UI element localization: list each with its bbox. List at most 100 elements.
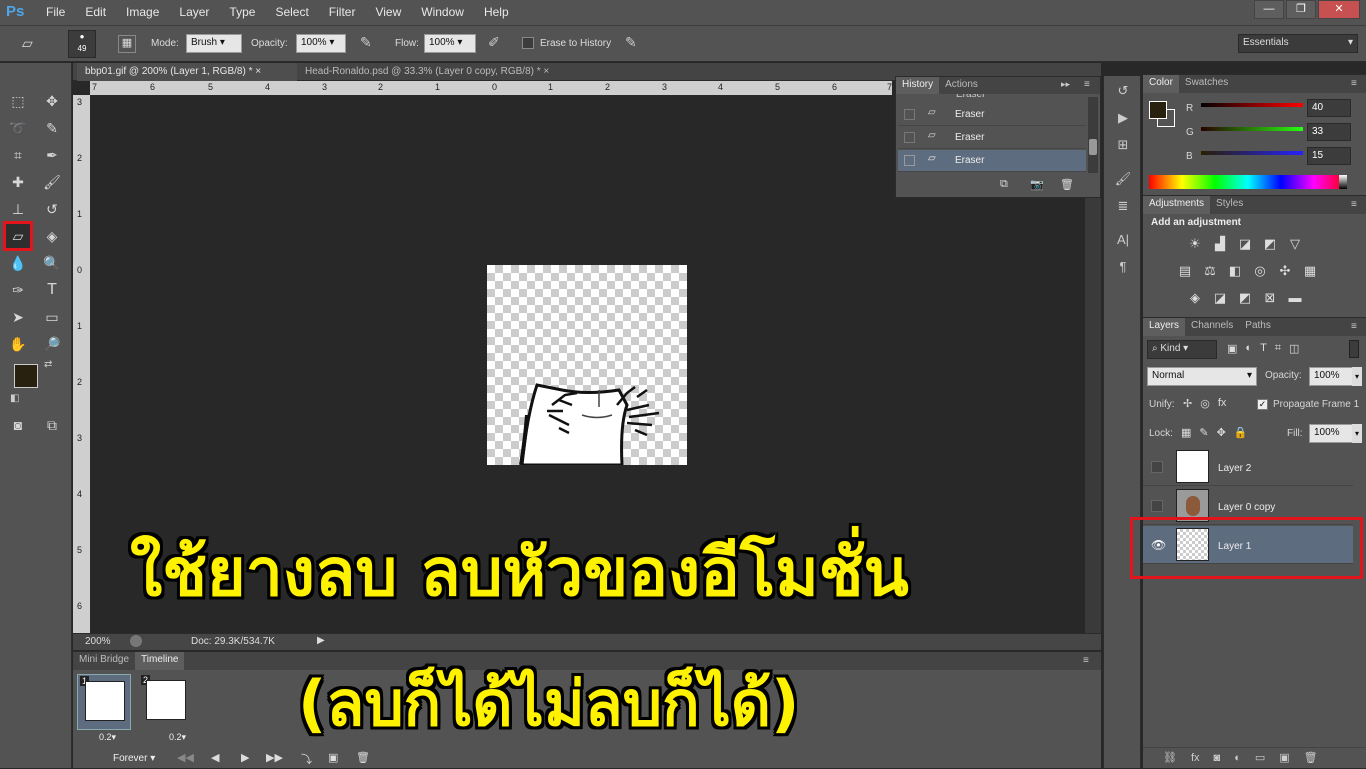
erase-history-checkbox[interactable] (522, 37, 534, 49)
opacity-dropdown-icon[interactable]: ▾ (1352, 367, 1362, 386)
layer-row-layer-2[interactable]: Layer 2 (1143, 448, 1353, 486)
play-icon[interactable]: ▶ (241, 751, 249, 764)
layer-style-icon[interactable]: fx (1191, 748, 1200, 769)
new-document-from-state-icon[interactable]: ⧉ (1000, 178, 1008, 191)
delete-state-icon[interactable]: 🗑 (1060, 178, 1074, 191)
g-input[interactable]: 33 (1307, 123, 1351, 141)
lock-all-icon[interactable]: 🔒 (1234, 426, 1248, 439)
history-item[interactable]: ▱ Eraser (898, 104, 1086, 126)
marquee-tool-icon[interactable]: ⬚ (6, 89, 30, 113)
threshold-icon[interactable]: ◩ (1235, 290, 1255, 306)
mode-select[interactable]: Brush ▾ (186, 34, 242, 53)
tab-actions[interactable]: Actions (939, 77, 984, 94)
menu-image[interactable]: Image (126, 5, 159, 19)
curves-icon[interactable]: ◪ (1235, 236, 1255, 252)
tab-styles[interactable]: Styles (1210, 196, 1249, 214)
paragraph-panel-icon[interactable]: ¶ (1108, 255, 1138, 279)
tab-timeline[interactable]: Timeline (135, 652, 185, 670)
menu-window[interactable]: Window (421, 5, 464, 19)
g-slider[interactable] (1201, 127, 1303, 131)
clone-stamp-tool-icon[interactable]: ⊥ (6, 197, 30, 221)
default-colors-icon[interactable]: ◧ (10, 393, 19, 404)
brush-size-picker[interactable]: ● 49 (68, 30, 96, 58)
restore-button[interactable]: ❐ (1286, 0, 1316, 19)
crop-tool-icon[interactable]: ⌗ (6, 143, 30, 167)
color-spectrum-ramp[interactable] (1149, 175, 1347, 189)
link-layers-icon[interactable]: ⛓ (1163, 748, 1177, 769)
panel-menu-icon[interactable]: ≡ (1084, 79, 1090, 90)
history-panel-icon[interactable]: ↺ (1108, 79, 1138, 103)
history-scrollbar[interactable] (1088, 97, 1098, 173)
minimize-button[interactable]: — (1254, 0, 1284, 19)
menu-file[interactable]: File (46, 5, 65, 19)
rectangle-tool-icon[interactable]: ▭ (40, 305, 64, 329)
panel-menu-icon[interactable]: ≡ (1083, 655, 1089, 666)
menu-filter[interactable]: Filter (329, 5, 356, 19)
delete-layer-icon[interactable]: 🗑 (1304, 748, 1318, 769)
new-layer-icon[interactable]: ▣ (1279, 748, 1289, 769)
brush-panel-icon[interactable]: ▦ (118, 35, 136, 53)
filter-toggle[interactable] (1349, 340, 1359, 358)
r-slider[interactable] (1201, 103, 1303, 107)
screen-mode-icon[interactable]: ⧉ (40, 413, 64, 437)
fill-input[interactable]: 100% (1309, 424, 1353, 443)
channel-mixer-icon[interactable]: ✣ (1275, 263, 1295, 279)
status-menu-arrow-icon[interactable]: ▶ (317, 635, 325, 646)
tween-icon[interactable]: ⤵ (301, 751, 312, 767)
hand-tool-icon[interactable]: ✋ (6, 332, 30, 356)
scroll-thumb[interactable] (1089, 139, 1097, 155)
character-panel-icon[interactable]: A| (1108, 228, 1138, 252)
adjustment-filter-icon[interactable]: ◐ (1245, 342, 1252, 355)
airbrush-icon[interactable]: ✐ (488, 34, 500, 51)
tab-adjustments[interactable]: Adjustments (1143, 196, 1211, 214)
layer-name[interactable]: Layer 2 (1218, 463, 1251, 474)
close-icon[interactable]: × (255, 66, 261, 77)
next-frame-icon[interactable]: ▶▶ (266, 751, 283, 764)
propagate-frame-checkbox[interactable]: ✓ (1257, 399, 1268, 410)
tab-swatches[interactable]: Swatches (1179, 75, 1234, 93)
invert-icon[interactable]: ◈ (1185, 290, 1205, 306)
smart-object-filter-icon[interactable]: ◫ (1289, 342, 1299, 355)
tab-channels[interactable]: Channels (1185, 318, 1239, 336)
airbrush-pressure-icon[interactable]: ✎ (360, 34, 372, 51)
frame-2-delay[interactable]: 0.2▾ (169, 732, 186, 743)
dodge-tool-icon[interactable]: 🔍 (40, 251, 64, 275)
visibility-toggle[interactable] (1151, 461, 1163, 473)
tab-bbp01[interactable]: bbp01.gif @ 200% (Layer 1, RGB/8) * × (77, 63, 297, 81)
r-input[interactable]: 40 (1307, 99, 1351, 117)
gradient-map-icon[interactable]: ▬ (1285, 290, 1305, 306)
history-item-partial[interactable]: Eraser (898, 94, 1086, 100)
frame-1-delay[interactable]: 0.2▾ (99, 732, 116, 743)
history-snapshot-checkbox[interactable] (904, 132, 915, 143)
pen-tool-icon[interactable]: ✑ (6, 278, 30, 302)
brush-tool-icon[interactable]: 🖌 (40, 170, 64, 194)
b-slider[interactable] (1201, 151, 1303, 155)
previous-frame-icon[interactable]: ◀ (211, 751, 219, 764)
paint-bucket-tool-icon[interactable]: ◈ (40, 224, 64, 248)
panel-menu-icon[interactable]: ≡ (1351, 78, 1357, 89)
menu-view[interactable]: View (375, 5, 401, 19)
panel-menu-icon[interactable]: ≡ (1351, 321, 1357, 332)
levels-icon[interactable]: ▟ (1210, 236, 1230, 252)
frame-1[interactable]: 1 (77, 674, 131, 730)
color-balance-icon[interactable]: ⚖ (1200, 263, 1220, 279)
close-icon[interactable]: × (543, 66, 549, 77)
close-button[interactable]: ✕ (1318, 0, 1360, 19)
tab-color[interactable]: Color (1143, 75, 1179, 93)
document-canvas[interactable] (487, 265, 687, 465)
hue-saturation-icon[interactable]: ▤ (1175, 263, 1195, 279)
eraser-tool-icon[interactable]: ▱ (3, 221, 33, 251)
exposure-icon[interactable]: ◩ (1260, 236, 1280, 252)
quick-mask-icon[interactable]: ◙ (6, 413, 30, 437)
foreground-color-swatch[interactable] (14, 364, 38, 388)
pixel-filter-icon[interactable]: ▣ (1227, 342, 1237, 355)
history-item-selected[interactable]: ▱ Eraser (898, 150, 1086, 172)
tab-layers[interactable]: Layers (1143, 318, 1186, 336)
menu-select[interactable]: Select (275, 5, 308, 19)
frame-2[interactable]: 2 (139, 674, 193, 730)
path-selection-tool-icon[interactable]: ➤ (6, 305, 30, 329)
lasso-tool-icon[interactable]: ➰ (6, 116, 30, 140)
loop-select[interactable]: Forever ▾ (113, 753, 155, 764)
first-frame-icon[interactable]: ◀◀ (177, 751, 194, 764)
visibility-toggle[interactable] (1151, 500, 1163, 512)
